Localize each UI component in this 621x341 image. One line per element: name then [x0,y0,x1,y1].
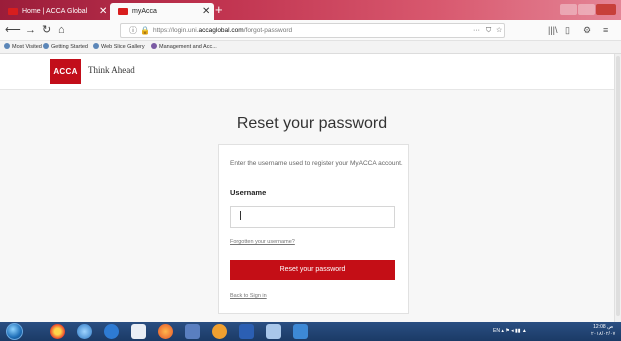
bookmark-most-visited[interactable]: Most Visited [4,41,42,53]
info-icon[interactable]: ⓘ [129,24,137,37]
url-prefix: https://login.uni. [153,27,199,34]
sidebar-icon[interactable]: ▯ [565,23,570,37]
maximize-button[interactable] [578,4,595,15]
forgot-username-link[interactable]: Forgotten your username? [230,239,295,245]
chrome-icon[interactable] [50,324,65,339]
url-domain: accaglobal.com [198,27,244,34]
page-actions-icon[interactable]: ··· [473,24,480,37]
internet-explorer-icon[interactable] [104,324,119,339]
acca-favicon-icon [8,8,18,15]
store-icon[interactable] [131,324,146,339]
picture-viewer-icon[interactable] [266,324,281,339]
navigation-bar: ⟵ → ↻ ⌂ ⓘ 🔒 https://login.uni.accaglobal… [0,20,621,41]
minimize-button[interactable] [560,4,577,15]
reset-password-button[interactable]: Reset your password [230,260,395,280]
acca-favicon-icon [118,8,128,15]
extensions-icon[interactable]: ⚙ [583,23,591,37]
new-tab-button[interactable]: + [215,1,223,18]
close-tab-icon[interactable]: ✕ [202,3,210,20]
bookmark-getting-started[interactable]: Getting Started [43,41,88,53]
tab-home-acca-global[interactable]: Home | ACCA Global ✕ [0,3,110,20]
folder-icon [151,43,157,49]
bookmark-web-slice-gallery[interactable]: Web Slice Gallery [93,41,145,53]
tab-myacca[interactable]: myAcca ✕ [110,3,214,20]
site-header: ACCA Think Ahead [0,54,614,90]
bookmark-management[interactable]: Management and Acc... [151,41,217,53]
page-title: Reset your password [236,115,388,132]
pocket-icon[interactable]: ⛉ [486,24,491,37]
globe-icon [43,43,49,49]
scrollbar-thumb[interactable] [616,56,620,316]
url-path: /forgot-password [243,27,293,34]
acca-logo[interactable]: ACCA [50,59,81,84]
home-button[interactable]: ⌂ [58,22,65,38]
start-button[interactable] [6,323,23,340]
windows-taskbar: EN ▴ ⚑ ◂ ▮▮ ▲ 12:08 ص ٢٠١٨/٠٢/٠٧ [0,322,621,341]
clock[interactable]: 12:08 ص ٢٠١٨/٠٢/٠٧ [591,324,615,338]
explorer-icon[interactable] [185,324,200,339]
system-tray[interactable]: EN ▴ ⚑ ◂ ▮▮ ▲ [493,325,527,337]
telegram-icon[interactable] [293,324,308,339]
vertical-scrollbar[interactable] [614,54,621,322]
clock-time: 12:08 ص [593,324,614,330]
bookmark-star-icon[interactable]: ☆ [496,24,502,37]
bookmark-label: Getting Started [51,44,88,50]
library-icon[interactable]: |||\ [548,23,558,37]
back-to-sign-in-link[interactable]: Back to Sign in [230,293,267,299]
word-icon[interactable] [239,324,254,339]
caret [240,211,241,220]
close-window-button[interactable] [596,4,616,15]
bookmark-label: Management and Acc... [159,44,217,50]
tagline: Think Ahead [88,65,135,75]
window-controls [560,2,618,15]
browser-titlebar: Home | ACCA Global ✕ myAcca ✕ + [0,0,621,20]
clock-date: ٢٠١٨/٠٢/٠٧ [591,331,616,337]
bookmarks-bar: Most Visited Getting Started Web Slice G… [0,41,621,54]
address-bar[interactable]: ⓘ 🔒 https://login.uni.accaglobal.com/for… [120,23,505,38]
menu-icon[interactable]: ≡ [603,23,608,37]
username-label: Username [230,188,267,197]
lock-icon[interactable]: 🔒 [140,24,150,37]
media-player-icon[interactable] [77,324,92,339]
gear-icon [4,43,10,49]
back-button[interactable]: ⟵ [5,22,21,38]
firefox-icon[interactable] [158,324,173,339]
reload-button[interactable]: ↻ [42,22,51,38]
bookmark-label: Most Visited [12,44,42,50]
reset-password-card: Enter the username used to register your… [218,144,409,314]
app-icon[interactable] [212,324,227,339]
forward-button[interactable]: → [25,22,36,38]
tab-label: myAcca [132,8,157,15]
page-content: ACCA Think Ahead Reset your password Ent… [0,54,614,322]
bookmark-label: Web Slice Gallery [101,44,145,50]
globe-icon [93,43,99,49]
username-input[interactable] [230,206,395,228]
close-tab-icon[interactable]: ✕ [99,3,107,20]
instructions-text: Enter the username used to register your… [230,160,403,167]
tab-label: Home | ACCA Global [22,8,88,15]
language-indicator[interactable]: EN [493,328,500,334]
